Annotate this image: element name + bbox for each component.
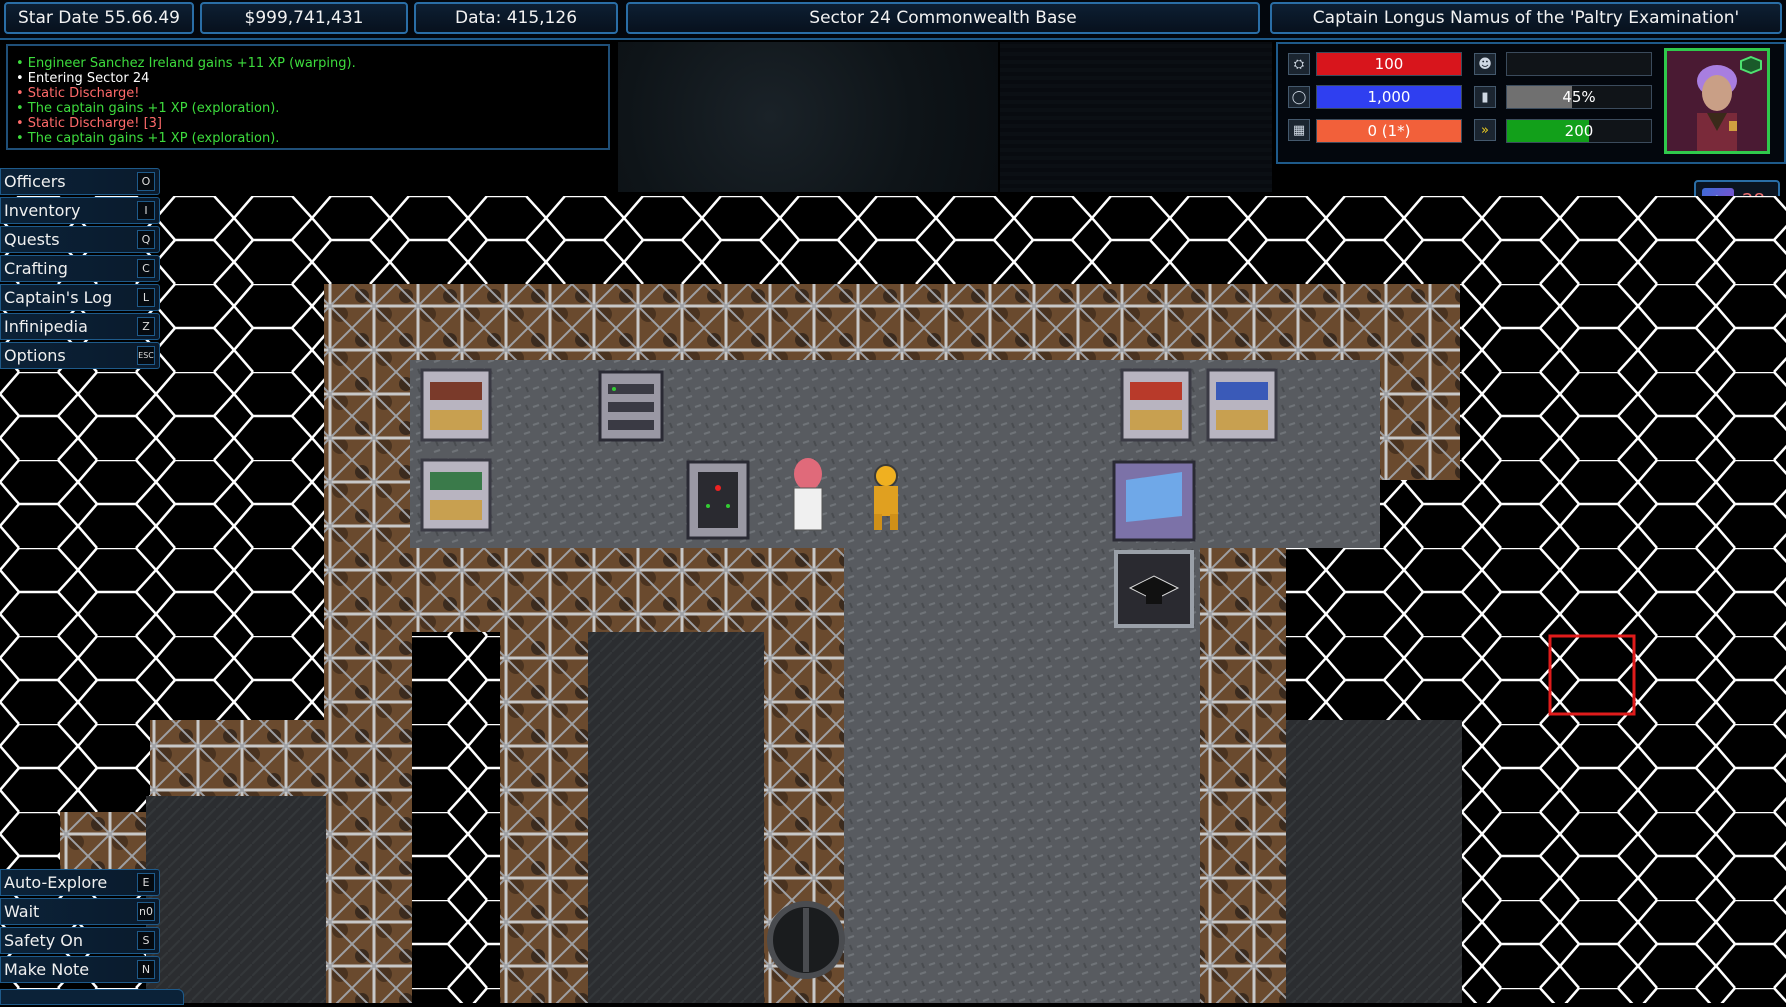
armor-icon: ▦	[1288, 119, 1310, 141]
menu-item-label: Safety On	[4, 931, 83, 950]
shield-icon: ◯	[1288, 86, 1310, 108]
menu-item-label: Infinipedia	[4, 317, 88, 336]
log-line: • Engineer Sanchez Ireland gains +11 XP …	[16, 56, 356, 71]
hotkey-badge: L	[137, 288, 155, 307]
captain-display[interactable]: Captain Longus Namus of the 'Paltry Exam…	[1270, 2, 1782, 34]
message-log[interactable]: • Engineer Sanchez Ireland gains +11 XP …	[6, 44, 610, 150]
scientist-npc[interactable]	[793, 458, 823, 531]
southwest-room-dark	[146, 796, 326, 1003]
computer-terminal[interactable]	[686, 460, 750, 540]
speed-value: 200	[1564, 122, 1594, 140]
stardate-display: Star Date 55.66.49	[4, 2, 194, 34]
speed-icon: »	[1474, 119, 1496, 141]
bookshelf[interactable]	[420, 368, 492, 442]
captain-text: Captain Longus Namus of the 'Paltry Exam…	[1312, 8, 1740, 28]
hotkey-badge: O	[137, 172, 155, 191]
menu-item-auto-explore[interactable]: Auto-Explore E	[0, 869, 160, 896]
space-backdrop-grid	[1000, 42, 1272, 192]
hotkey-badge: E	[137, 873, 155, 892]
captain-portrait[interactable]	[1664, 48, 1770, 154]
menu-item-label: Inventory	[4, 201, 81, 220]
speed-bar: 200	[1506, 119, 1652, 143]
menu-item-inventory[interactable]: Inventory I	[0, 197, 160, 224]
fuel-value: 45%	[1562, 88, 1596, 106]
credits-text: $999,741,431	[244, 8, 364, 28]
hotkey-badge: S	[137, 931, 155, 950]
log-line: • Static Discharge! [3]	[16, 116, 162, 131]
menu-item-infinipedia[interactable]: Infinipedia Z	[0, 313, 160, 340]
location-text: Sector 24 Commonwealth Base	[809, 8, 1077, 28]
credits-display: $999,741,431	[200, 2, 408, 34]
armor-bar: 0 (1*)	[1316, 119, 1462, 143]
action-menu: Auto-Explore E Wait n0 Safety On S Make Note N	[0, 869, 160, 985]
hotkey-badge: Q	[137, 230, 155, 249]
log-line: • Static Discharge!	[16, 86, 140, 101]
hull-value: 100	[1374, 55, 1404, 73]
hotkey-badge: I	[137, 201, 155, 220]
data-display: Data: 415,126	[414, 2, 618, 34]
log-line: • The captain gains +1 XP (exploration).	[16, 101, 280, 116]
crew-icon: ☻	[1474, 53, 1496, 75]
game-map[interactable]	[0, 196, 1786, 1003]
menu-item-wait[interactable]: Wait n0	[0, 898, 160, 925]
floor-hatch[interactable]	[767, 901, 845, 979]
menu-item-options[interactable]: Options ESC	[0, 342, 160, 369]
top-bar: Star Date 55.66.49 $999,741,431 Data: 41…	[0, 0, 1786, 40]
stardate-text: Star Date 55.66.49	[17, 8, 180, 28]
menu-item-label: Officers	[4, 172, 66, 191]
hotkey-badge: n0	[137, 902, 155, 921]
menu-item-label: Make Note	[4, 960, 90, 979]
menu-item-label: Crafting	[4, 259, 68, 278]
menu-item-crafting[interactable]: Crafting C	[0, 255, 160, 282]
inner-room-dark	[588, 632, 764, 1003]
hull-icon: ⛭	[1288, 53, 1310, 75]
log-line: • Entering Sector 24	[16, 71, 150, 86]
crew-bar	[1506, 52, 1652, 76]
log-line: • The captain gains +1 XP (exploration).	[16, 131, 280, 146]
menu-item-label: Options	[4, 346, 66, 365]
space-backdrop	[618, 42, 998, 192]
shield-bar: 1,000	[1316, 85, 1462, 109]
east-room-dark	[1286, 720, 1462, 1003]
hotkey-badge: N	[137, 960, 155, 979]
location-display: Sector 24 Commonwealth Base	[626, 2, 1260, 34]
shield-value: 1,000	[1367, 88, 1411, 106]
bookshelf[interactable]	[1120, 368, 1192, 442]
fuel-icon: ▮	[1474, 86, 1496, 108]
hotkey-badge: ESC	[137, 346, 155, 365]
bookshelf[interactable]	[420, 458, 492, 532]
fuel-bar: 45%	[1506, 85, 1652, 109]
menu-item-label: Auto-Explore	[4, 873, 108, 892]
menu-item-make-note[interactable]: Make Note N	[0, 956, 160, 983]
server-rack[interactable]	[598, 370, 664, 442]
academy-terminal[interactable]	[1114, 550, 1194, 628]
hull-bar: 100	[1316, 52, 1462, 76]
menu-item-label: Wait	[4, 902, 40, 921]
menu-item-label: Quests	[4, 230, 60, 249]
holo-console[interactable]	[1112, 460, 1196, 542]
menu-item-label: Captain's Log	[4, 288, 113, 307]
armor-value: 0 (1*)	[1367, 122, 1411, 140]
data-text: Data: 415,126	[454, 8, 578, 28]
menu-item-quests[interactable]: Quests Q	[0, 226, 160, 253]
menu-item-officers[interactable]: Officers O	[0, 168, 160, 195]
bookshelf[interactable]	[1206, 368, 1278, 442]
map-canvas[interactable]	[0, 196, 1786, 1003]
menu-item-safety-on[interactable]: Safety On S	[0, 927, 160, 954]
hotkey-badge: Z	[137, 317, 155, 336]
main-menu: Officers O Inventory I Quests Q Crafting C Capta…	[0, 168, 160, 371]
captain-avatar-icon	[1667, 51, 1767, 151]
hotkey-badge: C	[137, 259, 155, 278]
menu-item-captain-s-log[interactable]: Captain's Log L	[0, 284, 160, 311]
